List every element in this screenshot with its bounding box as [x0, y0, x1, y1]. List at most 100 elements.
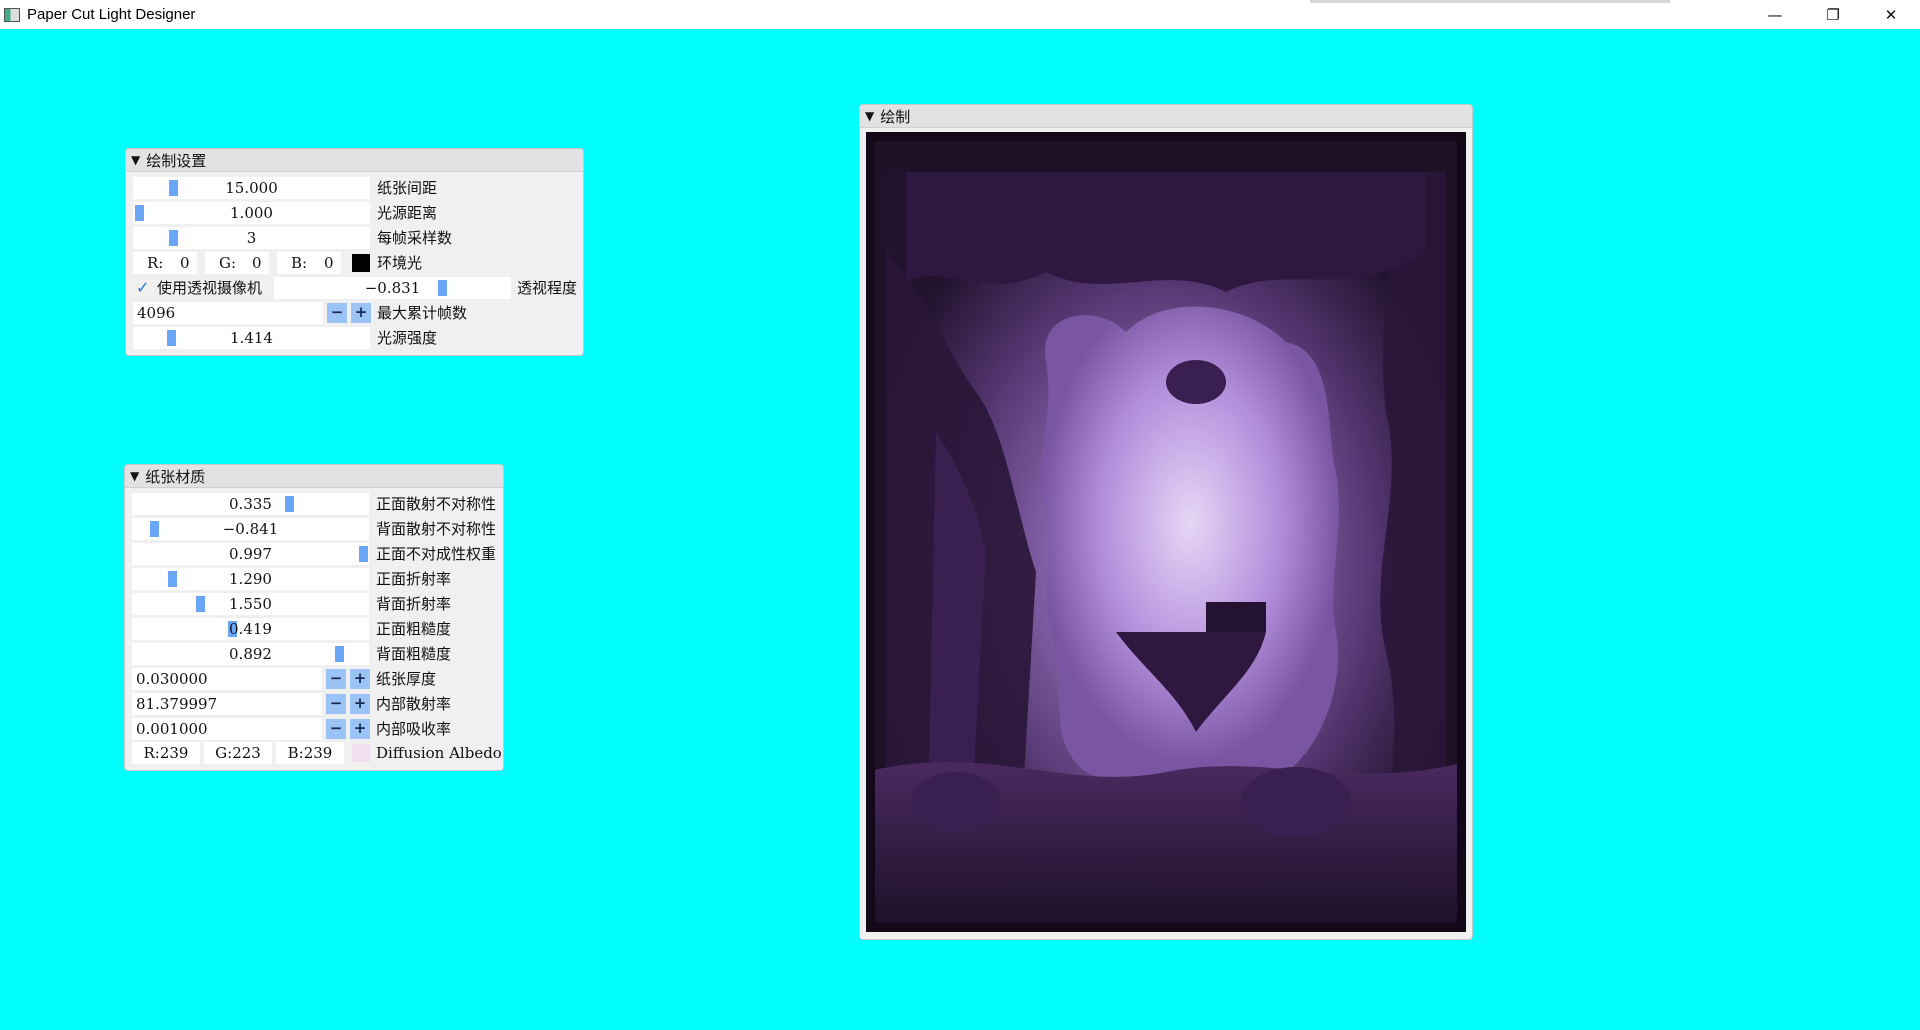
- ambient-color-swatch[interactable]: [352, 254, 370, 272]
- slider-grab[interactable]: [359, 546, 368, 562]
- paper-material-header[interactable]: ▼ 纸张材质: [125, 465, 503, 488]
- paper-spacing-slider[interactable]: 15.000: [133, 177, 370, 199]
- albedo-r-value: R:239: [143, 744, 189, 762]
- g-label: G:: [219, 254, 237, 272]
- paper-spacing-label: 纸张间距: [377, 179, 438, 197]
- stepper-value: 0.030000: [136, 670, 208, 688]
- slider-grab[interactable]: [169, 180, 178, 196]
- checkmark-icon[interactable]: ✓: [136, 277, 149, 299]
- stepper-plus-button[interactable]: +: [350, 719, 370, 739]
- material-slider[interactable]: 0.335: [132, 493, 369, 515]
- render-view-header[interactable]: ▼ 绘制: [860, 105, 1472, 128]
- perspective-slider[interactable]: −0.831: [274, 277, 511, 299]
- render-canvas[interactable]: [866, 132, 1466, 932]
- stepper-input[interactable]: 0.001000: [132, 718, 322, 740]
- perspective-label: 透视程度: [517, 279, 578, 297]
- slider-value: 1.290: [229, 570, 272, 588]
- slider-grab[interactable]: [196, 596, 205, 612]
- light-intensity-slider[interactable]: 1.414: [133, 327, 370, 349]
- collapse-triangle-icon: ▼: [865, 109, 875, 123]
- stepper-input[interactable]: 0.030000: [132, 668, 322, 690]
- perspective-checkbox-label[interactable]: 使用透视摄像机: [157, 277, 262, 299]
- light-distance-label: 光源距离: [377, 204, 438, 222]
- material-slider-label: 背面粗糙度: [376, 645, 452, 663]
- material-slider-label: 背面折射率: [376, 595, 452, 613]
- panel-title: 纸张材质: [145, 467, 206, 486]
- material-slider[interactable]: −0.841: [132, 518, 369, 540]
- light-distance-slider[interactable]: 1.000: [133, 202, 370, 224]
- b-value: 0: [324, 254, 334, 272]
- material-slider[interactable]: 1.290: [132, 568, 369, 590]
- material-slider-label: 正面不对成性权重: [376, 545, 497, 563]
- slider-grab[interactable]: [285, 496, 294, 512]
- slider-value: 1.550: [229, 595, 272, 613]
- stepper-label: 纸张厚度: [376, 670, 437, 688]
- paper-material-panel: ▼ 纸张材质 0.335 正面散射不对称性 −0.841 背面散射不对称性 0.…: [124, 464, 504, 771]
- albedo-color-swatch[interactable]: [352, 744, 370, 762]
- albedo-b-field[interactable]: B:239: [276, 742, 344, 764]
- ambient-r-field[interactable]: R: 0: [133, 252, 197, 274]
- slider-value: 0.997: [229, 545, 272, 563]
- stepper-value: 81.379997: [136, 695, 218, 713]
- albedo-r-field[interactable]: R:239: [132, 742, 200, 764]
- slider-grab[interactable]: [150, 521, 159, 537]
- stepper-label: 内部散射率: [376, 695, 452, 713]
- slider-grab[interactable]: [335, 646, 344, 662]
- title-bar-shadow: [1310, 0, 1670, 3]
- samples-per-frame-slider[interactable]: 3: [133, 227, 370, 249]
- panel-title: 绘制设置: [146, 151, 207, 170]
- window-title-bar[interactable]: Paper Cut Light Designer — ❐ ✕: [0, 0, 1920, 29]
- max-frames-label: 最大累计帧数: [377, 304, 468, 322]
- g-value: 0: [252, 254, 262, 272]
- collapse-triangle-icon: ▼: [131, 153, 141, 167]
- slider-value: 0.335: [229, 495, 272, 513]
- stepper-minus-button[interactable]: −: [326, 669, 346, 689]
- panel-title: 绘制: [880, 107, 911, 126]
- render-settings-panel: ▼ 绘制设置 15.000 纸张间距 1.000 光源距离 3 每帧采样数 R:…: [125, 148, 584, 356]
- material-slider[interactable]: 0.419: [132, 618, 369, 640]
- window-title: Paper Cut Light Designer: [27, 6, 196, 23]
- material-slider[interactable]: 0.997: [132, 543, 369, 565]
- ambient-label: 环境光: [377, 254, 423, 272]
- stepper-minus-button[interactable]: −: [326, 719, 346, 739]
- collapse-triangle-icon: ▼: [130, 469, 140, 483]
- ambient-g-field[interactable]: G: 0: [205, 252, 269, 274]
- stepper-input[interactable]: 81.379997: [132, 693, 322, 715]
- close-button[interactable]: ✕: [1862, 0, 1920, 29]
- stepper-plus-button[interactable]: +: [350, 669, 370, 689]
- albedo-b-value: B:239: [287, 744, 333, 762]
- slider-value: −0.831: [364, 279, 421, 297]
- material-slider[interactable]: 1.550: [132, 593, 369, 615]
- max-frames-minus-button[interactable]: −: [327, 303, 347, 323]
- r-label: R:: [147, 254, 164, 272]
- slider-grab[interactable]: [168, 571, 177, 587]
- render-settings-header[interactable]: ▼ 绘制设置: [126, 149, 583, 172]
- albedo-label: Diffusion Albedo: [376, 744, 502, 762]
- max-frames-value: 4096: [137, 304, 176, 322]
- albedo-g-field[interactable]: G:223: [204, 742, 272, 764]
- b-label: B:: [291, 254, 308, 272]
- light-intensity-label: 光源强度: [377, 329, 438, 347]
- slider-grab[interactable]: [169, 230, 178, 246]
- albedo-g-value: G:223: [215, 744, 261, 762]
- slider-grab[interactable]: [167, 330, 176, 346]
- app-icon: [4, 7, 20, 22]
- minimize-button[interactable]: —: [1746, 0, 1804, 29]
- material-slider-label: 正面粗糙度: [376, 620, 452, 638]
- material-slider-label: 正面散射不对称性: [376, 495, 497, 513]
- restore-button[interactable]: ❐: [1804, 0, 1862, 29]
- window-controls: — ❐ ✕: [1746, 0, 1920, 29]
- ambient-b-field[interactable]: B: 0: [277, 252, 341, 274]
- stepper-minus-button[interactable]: −: [326, 694, 346, 714]
- paper-cut-render-image: [866, 132, 1466, 932]
- slider-grab[interactable]: [135, 205, 144, 221]
- max-frames-input[interactable]: 4096: [133, 302, 323, 324]
- slider-value: 0.892: [229, 645, 272, 663]
- max-frames-plus-button[interactable]: +: [351, 303, 371, 323]
- slider-value: 0.419: [229, 620, 272, 638]
- slider-grab[interactable]: [438, 280, 447, 296]
- slider-value: −0.841: [222, 520, 279, 538]
- material-slider-label: 正面折射率: [376, 570, 452, 588]
- material-slider[interactable]: 0.892: [132, 643, 369, 665]
- stepper-plus-button[interactable]: +: [350, 694, 370, 714]
